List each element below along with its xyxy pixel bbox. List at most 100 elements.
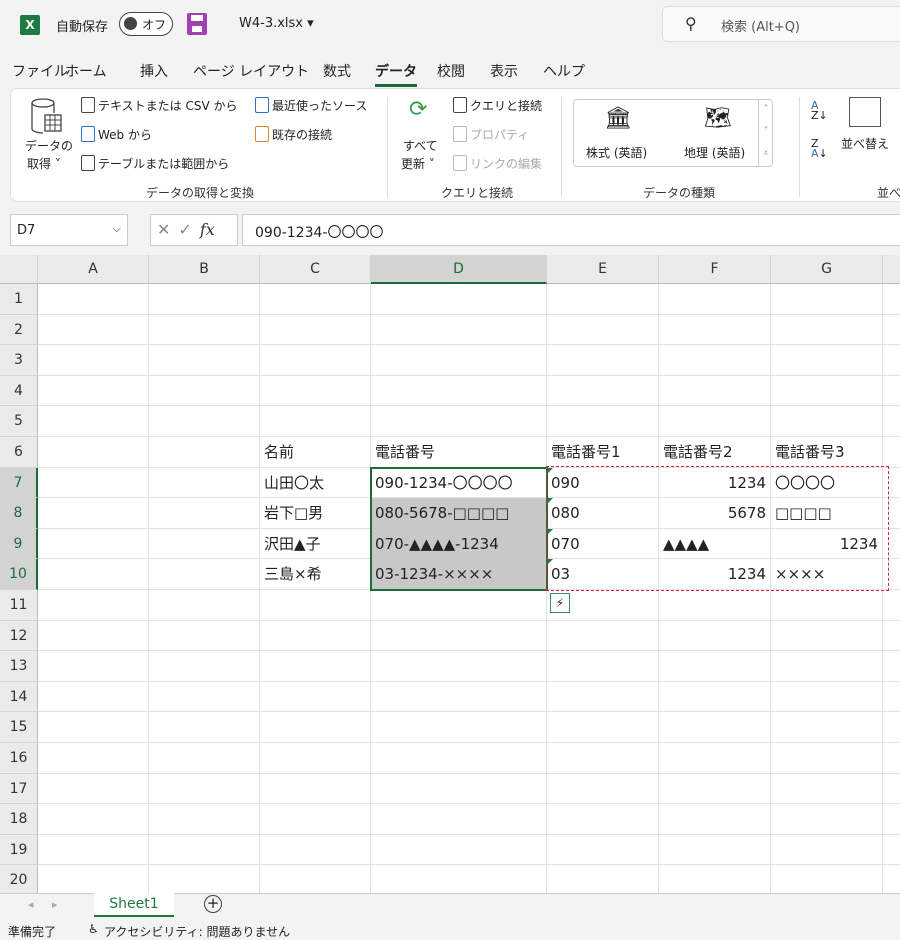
row-header-17[interactable]: 17 [0,773,38,805]
cell-G4[interactable] [771,375,883,407]
cell-G12[interactable] [771,620,883,652]
name-box[interactable]: D7 ⌵ [10,214,128,246]
cell-B13[interactable] [149,651,260,682]
row-header-4[interactable]: 4 [0,375,38,407]
cell-D17[interactable] [371,773,547,805]
row-header-6[interactable]: 6 [0,437,38,468]
cell-E4[interactable] [547,375,659,407]
cell-G20[interactable] [771,865,883,893]
cell-E12[interactable] [547,620,659,652]
cell-D16[interactable] [371,743,547,774]
cell-B8[interactable] [149,498,260,529]
cell-H5[interactable] [883,406,900,437]
cell-D2[interactable] [371,314,547,346]
cell-B16[interactable] [149,743,260,774]
tab-4[interactable]: 数式 [323,61,351,81]
tab-6[interactable]: 校閲 [437,61,465,81]
row-header-16[interactable]: 16 [0,743,38,774]
cell-C4[interactable] [260,375,371,407]
cell-A14[interactable] [38,681,149,713]
cell-A1[interactable] [38,284,149,315]
column-header-A[interactable]: A [38,255,149,284]
cell-H12[interactable] [883,621,900,652]
cell-C5[interactable] [260,406,371,437]
row-header-19[interactable]: 19 [0,834,38,866]
cell-value-C6[interactable]: 名前 [260,437,371,468]
cell-H18[interactable] [883,804,900,835]
cell-B5[interactable] [149,406,260,437]
cell-A6[interactable] [38,437,149,468]
cell-C13[interactable] [260,651,371,682]
cell-F3[interactable] [659,345,771,376]
cell-E15[interactable] [547,712,659,743]
chevron-down-icon[interactable]: ⌵ [113,222,121,236]
cell-D1[interactable] [371,284,547,315]
cell-value-E6[interactable]: 電話番号1 [547,437,659,468]
cell-H14[interactable] [883,682,900,713]
cell-H19[interactable] [883,835,900,866]
cell-D15[interactable] [371,712,547,743]
cell-G3[interactable] [771,345,883,376]
cell-B12[interactable] [149,620,260,652]
cell-E19[interactable] [547,834,659,866]
row-header-2[interactable]: 2 [0,314,38,346]
cell-A8[interactable] [38,498,149,529]
edit-links-button[interactable]: リンクの編集 [453,155,542,172]
cell-F11[interactable] [659,590,771,621]
row-header-12[interactable]: 12 [0,620,38,652]
cell-C19[interactable] [260,834,371,866]
cell-F5[interactable] [659,406,771,437]
cell-D14[interactable] [371,681,547,713]
cell-A20[interactable] [38,865,149,893]
cell-value-D6[interactable]: 電話番号 [371,437,547,468]
cell-D13[interactable] [371,651,547,682]
cell-A9[interactable] [38,528,149,560]
row-header-8[interactable]: 8 [0,498,38,529]
cell-H20[interactable] [883,865,900,893]
cell-A15[interactable] [38,712,149,743]
cell-H3[interactable] [883,345,900,376]
formula-input[interactable]: 090-1234-〇〇〇〇 [242,214,900,246]
cell-E1[interactable] [547,284,659,315]
cell-E18[interactable] [547,804,659,835]
cell-E17[interactable] [547,773,659,805]
cell-E14[interactable] [547,681,659,713]
row-header-20[interactable]: 20 [0,865,38,893]
cell-F14[interactable] [659,681,771,713]
cell-C17[interactable] [260,773,371,805]
cell-A18[interactable] [38,804,149,835]
cell-F12[interactable] [659,620,771,652]
cell-B15[interactable] [149,712,260,743]
select-all-corner[interactable] [0,255,38,284]
cell-A12[interactable] [38,620,149,652]
scroll-left-icon[interactable]: ◂ [28,898,34,911]
cell-H13[interactable] [883,651,900,682]
cell-G18[interactable] [771,804,883,835]
enter-icon[interactable]: ✓ [178,220,199,239]
cell-A3[interactable] [38,345,149,376]
cell-E16[interactable] [547,743,659,774]
row-header-18[interactable]: 18 [0,804,38,835]
cell-A17[interactable] [38,773,149,805]
cell-C14[interactable] [260,681,371,713]
cell-C15[interactable] [260,712,371,743]
cell-D4[interactable] [371,375,547,407]
recent-sources-button[interactable]: 最近使ったソース [255,97,367,114]
cell-value-C7[interactable]: 山田〇太 [260,468,371,499]
gallery-scroll[interactable]: ˄ ˅ ⩡ [758,99,773,167]
row-header-13[interactable]: 13 [0,651,38,682]
cell-D20[interactable] [371,865,547,893]
cell-C12[interactable] [260,620,371,652]
spreadsheet-grid[interactable]: A B C D E F G 1 2 3 4 5 6 7 8 9 10 11 12 13 14 15 16 17 18 19 20 名前… [0,255,900,893]
cell-B3[interactable] [149,345,260,376]
cell-G2[interactable] [771,314,883,346]
search-box[interactable]: ⚲ 検索 (Alt+Q) [662,6,900,42]
cancel-icon[interactable]: ✕ [157,220,178,239]
row-header-3[interactable]: 3 [0,345,38,376]
cell-C1[interactable] [260,284,371,315]
cell-F17[interactable] [659,773,771,805]
insert-function-button[interactable]: fx [200,220,215,239]
cell-B20[interactable] [149,865,260,893]
tab-7[interactable]: 表示 [490,61,518,81]
cell-G14[interactable] [771,681,883,713]
